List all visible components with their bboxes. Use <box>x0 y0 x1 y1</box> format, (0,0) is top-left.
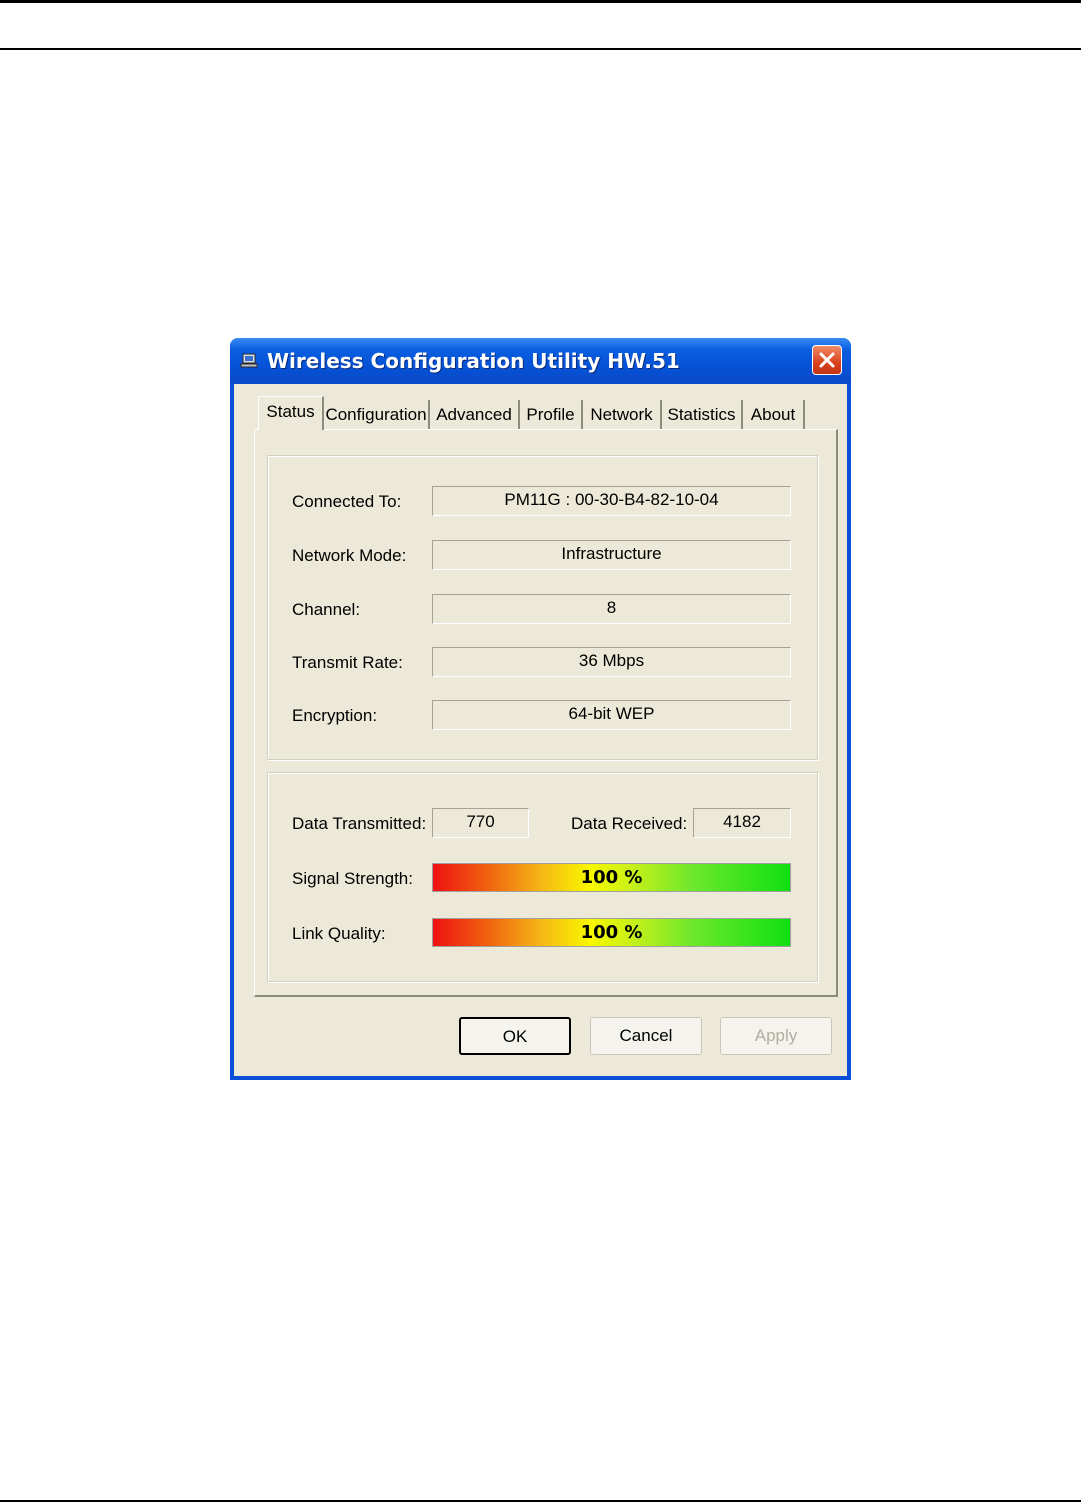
link-quality-label: Link Quality: <box>292 924 386 943</box>
data-transmitted-field: 770 <box>432 808 529 838</box>
close-icon <box>819 352 835 368</box>
traffic-group: Data Transmitted: 770 Data Received: 418… <box>267 772 818 982</box>
channel-label: Channel: <box>292 600 361 619</box>
data-received-label: Data Received: <box>571 814 688 833</box>
signal-strength-bar: 100 % <box>432 863 791 892</box>
wireless-config-window: Wireless Configuration Utility HW.51 Sta… <box>230 338 851 1080</box>
laptop-network-icon <box>240 353 258 369</box>
apply-button[interactable]: Apply <box>720 1017 832 1055</box>
tab-advanced[interactable]: Advanced <box>430 400 520 430</box>
tab-about[interactable]: About <box>743 400 805 430</box>
signal-strength-value: 100 % <box>580 867 643 888</box>
cancel-button[interactable]: Cancel <box>590 1017 702 1055</box>
tab-profile[interactable]: Profile <box>520 400 583 430</box>
transmit-rate-label: Transmit Rate: <box>292 653 403 672</box>
page-top-rule <box>0 0 1081 3</box>
tab-statistics[interactable]: Statistics <box>662 400 743 430</box>
connected-to-label: Connected To: <box>292 492 402 511</box>
network-mode-field: Infrastructure <box>432 540 791 570</box>
connection-info-group: Connected To: PM11G : 00-30-B4-82-10-04 … <box>267 455 818 760</box>
page-bottom-rule <box>0 1500 1081 1502</box>
title-bar[interactable]: Wireless Configuration Utility HW.51 <box>230 338 851 384</box>
encryption-field: 64-bit WEP <box>432 700 791 730</box>
transmit-rate-field: 36 Mbps <box>432 647 791 677</box>
data-received-field: 4182 <box>693 808 791 838</box>
close-button[interactable] <box>812 345 842 375</box>
status-tab-panel: Connected To: PM11G : 00-30-B4-82-10-04 … <box>254 429 838 997</box>
window-title: Wireless Configuration Utility HW.51 <box>267 349 680 373</box>
network-mode-label: Network Mode: <box>292 546 407 565</box>
page-header-rule <box>0 48 1081 50</box>
tab-network[interactable]: Network <box>583 400 662 430</box>
link-quality-value: 100 % <box>580 922 643 943</box>
signal-strength-label: Signal Strength: <box>292 869 413 888</box>
dialog-body: Status Configuration Advanced Profile Ne… <box>234 384 847 1076</box>
link-quality-bar: 100 % <box>432 918 791 947</box>
tab-status[interactable]: Status <box>258 396 324 430</box>
data-transmitted-label: Data Transmitted: <box>292 814 427 833</box>
ok-button[interactable]: OK <box>459 1017 571 1055</box>
encryption-label: Encryption: <box>292 706 378 725</box>
tab-configuration[interactable]: Configuration <box>324 400 430 430</box>
channel-field: 8 <box>432 594 791 624</box>
connected-to-field: PM11G : 00-30-B4-82-10-04 <box>432 486 791 516</box>
